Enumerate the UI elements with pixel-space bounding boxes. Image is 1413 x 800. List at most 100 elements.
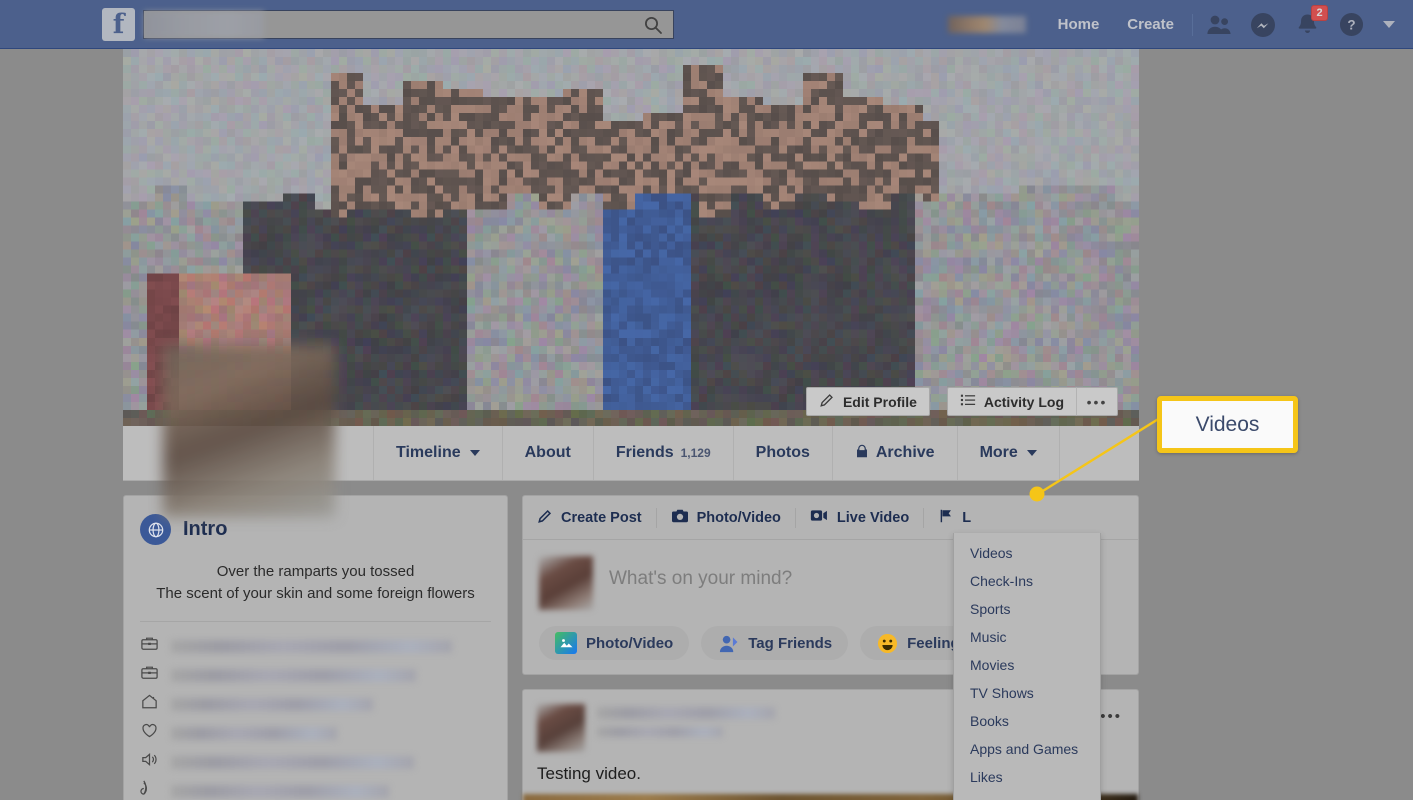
intro-title: Intro <box>183 518 228 540</box>
briefcase-icon <box>140 663 159 687</box>
facebook-profile-page: f Home Create 2 ? Edit Profile Activity … <box>0 0 1413 800</box>
account-caret-icon[interactable] <box>1383 21 1395 28</box>
home-link[interactable]: Home <box>1044 0 1114 49</box>
menu-item-apps-and-games[interactable]: Apps and Games <box>954 735 1100 763</box>
composer-tab-live-video-label: Live Video <box>836 509 910 526</box>
intro-row-work2[interactable] <box>140 661 491 690</box>
pencil-icon <box>537 508 553 528</box>
notification-badge: 2 <box>1311 4 1328 21</box>
menu-item-events[interactable]: Events <box>954 791 1100 800</box>
tab-more-label: More <box>979 444 1018 461</box>
intro-row-relationship-text <box>171 726 337 740</box>
edit-profile-label: Edit Profile <box>842 393 917 410</box>
tab-more[interactable]: More <box>956 426 1059 480</box>
flag-icon <box>938 508 954 528</box>
photo-video-icon <box>555 632 577 654</box>
composer-tab-photo-video[interactable]: Photo/Video <box>657 508 795 528</box>
composer-action-tag-friends-label: Tag Friends <box>748 634 833 652</box>
tab-about[interactable]: About <box>501 426 593 480</box>
notifications-bell-icon[interactable]: 2 <box>1292 4 1328 40</box>
friends-count: 1,129 <box>680 446 711 460</box>
top-navigation-bar: f Home Create 2 ? <box>0 0 1413 49</box>
activity-log-button[interactable]: Activity Log <box>946 387 1076 416</box>
intro-row-work[interactable] <box>140 632 491 661</box>
account-name-redacted[interactable] <box>947 16 1026 33</box>
globe-icon <box>140 514 171 545</box>
home-icon <box>140 692 159 716</box>
menu-item-check-ins[interactable]: Check-Ins <box>954 567 1100 595</box>
composer-tab-life-event[interactable]: L <box>924 508 985 528</box>
search-input[interactable] <box>143 10 674 39</box>
intro-bio: Over the ramparts you tossed The scent o… <box>124 551 507 621</box>
intro-row-home[interactable] <box>140 690 491 719</box>
intro-row-speaker[interactable] <box>140 748 491 777</box>
intro-detail-rows <box>124 622 507 800</box>
lock-icon <box>855 443 869 464</box>
tab-photos[interactable]: Photos <box>732 426 832 480</box>
intro-row-speaker-text <box>171 755 414 769</box>
chevron-down-icon <box>469 450 480 456</box>
tab-archive-label: Archive <box>875 444 935 461</box>
facebook-logo[interactable]: f <box>102 8 135 41</box>
tag-friends-icon <box>717 632 739 654</box>
menu-item-likes[interactable]: Likes <box>954 763 1100 791</box>
create-link[interactable]: Create <box>1113 0 1188 49</box>
intro-bio-line1: Over the ramparts you tossed <box>216 563 415 580</box>
rss-icon <box>140 779 159 800</box>
composer-action-tag-friends[interactable]: Tag Friends <box>701 626 849 660</box>
videos-callout-label: Videos <box>1195 412 1260 436</box>
tabbar-tail <box>1058 426 1139 480</box>
search-text-redacted <box>144 11 264 38</box>
composer-tab-life-event-label: L <box>962 509 972 526</box>
composer-tab-live-video[interactable]: Live Video <box>796 508 923 527</box>
intro-row-work-text <box>171 639 452 653</box>
intro-row-followers[interactable] <box>140 777 491 800</box>
post-author-name-redacted <box>597 707 775 719</box>
search-icon[interactable] <box>643 15 663 35</box>
menu-item-books[interactable]: Books <box>954 707 1100 735</box>
tab-archive[interactable]: Archive <box>831 426 957 480</box>
composer-action-photo-video[interactable]: Photo/Video <box>539 626 690 660</box>
activity-log-group: Activity Log ••• <box>946 387 1118 416</box>
activity-log-label: Activity Log <box>983 393 1064 410</box>
svg-text:?: ? <box>1347 18 1355 33</box>
friend-requests-icon[interactable] <box>1204 10 1234 40</box>
intro-bio-line2: The scent of your skin and some foreign … <box>156 584 475 602</box>
menu-item-videos[interactable]: Videos <box>954 539 1100 567</box>
briefcase-icon <box>140 634 159 658</box>
composer-status-input[interactable]: What's on your mind? <box>609 556 792 610</box>
edit-profile-button[interactable]: Edit Profile <box>805 387 930 416</box>
camera-icon <box>671 508 689 528</box>
post-menu-button[interactable]: ••• <box>1100 708 1122 725</box>
tab-timeline[interactable]: Timeline <box>373 426 502 480</box>
intro-row-home-text <box>171 697 373 711</box>
intro-row-relationship[interactable] <box>140 719 491 748</box>
tab-timeline-label: Timeline <box>396 444 461 461</box>
pencil-icon <box>819 392 835 411</box>
composer-tab-create-post[interactable]: Create Post <box>537 508 656 528</box>
menu-item-sports[interactable]: Sports <box>954 595 1100 623</box>
avatar[interactable] <box>537 704 585 752</box>
messenger-icon[interactable] <box>1248 10 1278 40</box>
tab-friends-label: Friends <box>615 444 674 461</box>
help-icon[interactable]: ? <box>1336 10 1366 40</box>
live-video-icon <box>810 508 829 527</box>
more-dropdown-menu: Videos Check-Ins Sports Music Movies TV … <box>953 533 1101 800</box>
intro-row-followers-text <box>171 784 389 798</box>
menu-item-music[interactable]: Music <box>954 623 1100 651</box>
menu-item-movies[interactable]: Movies <box>954 651 1100 679</box>
post-timestamp-redacted <box>597 727 723 737</box>
feeling-icon <box>876 632 898 654</box>
nav-right-group: Home Create 2 ? <box>947 0 1413 49</box>
composer-tab-create-post-label: Create Post <box>561 509 642 526</box>
list-icon <box>960 392 976 411</box>
speaker-icon <box>140 750 159 774</box>
heart-icon <box>140 721 159 745</box>
menu-item-tv-shows[interactable]: TV Shows <box>954 679 1100 707</box>
chevron-down-icon <box>1026 450 1037 456</box>
profile-picture[interactable] <box>163 345 335 517</box>
intro-row-work2-text <box>171 668 416 682</box>
composer-tab-photo-video-label: Photo/Video <box>696 509 781 526</box>
tab-friends[interactable]: Friends 1,129 <box>592 426 733 480</box>
cover-more-button[interactable]: ••• <box>1076 387 1118 416</box>
